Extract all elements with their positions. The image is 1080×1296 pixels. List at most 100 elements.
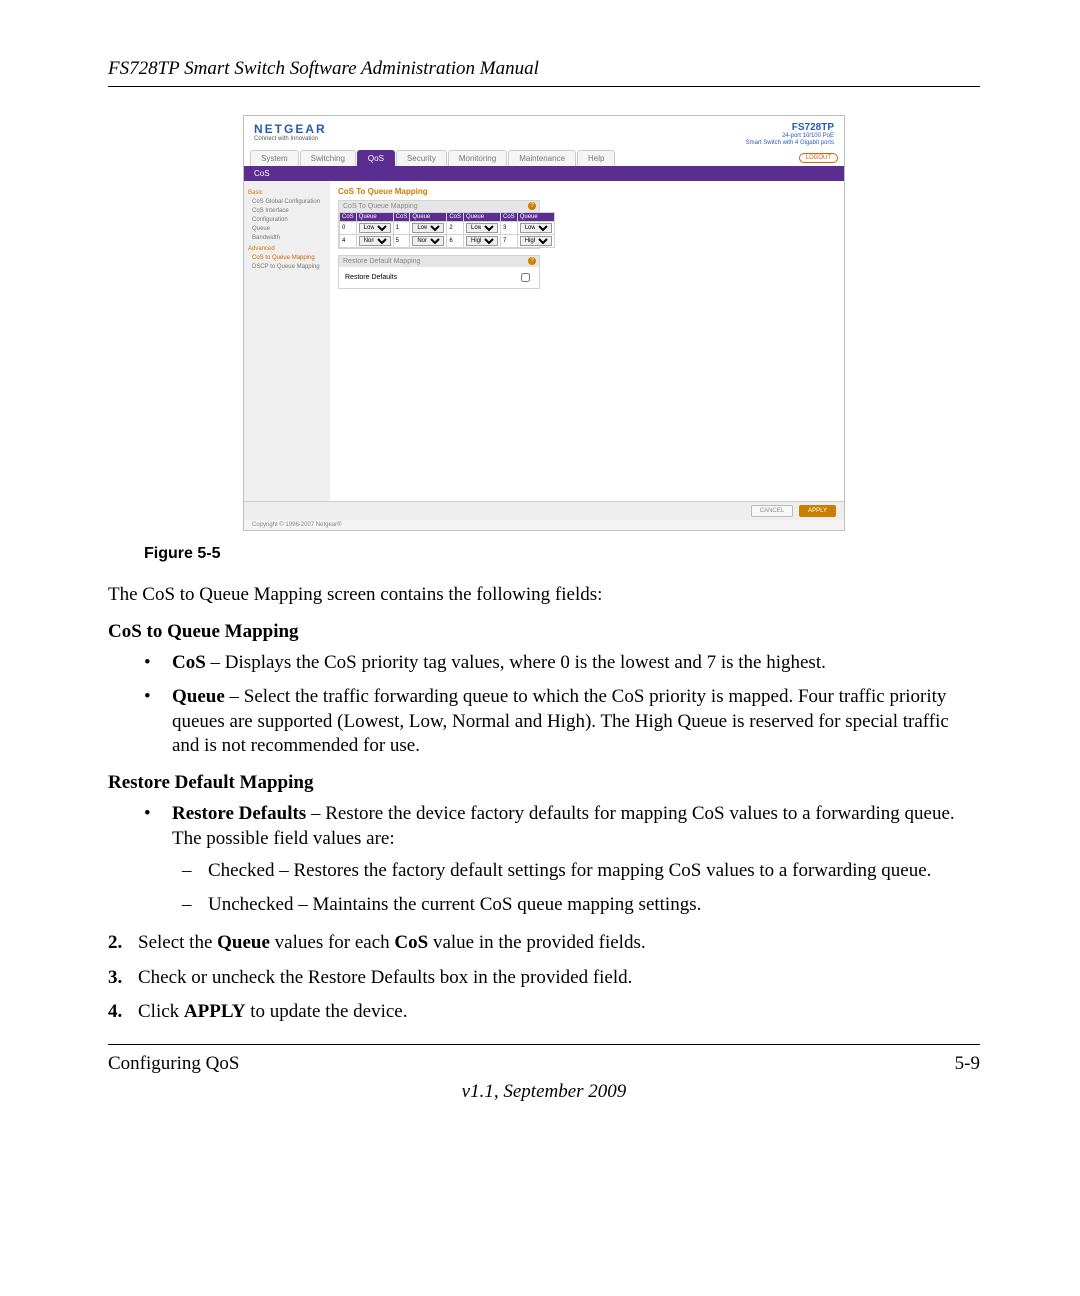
model-line1: 24-port 10/100 PoE xyxy=(746,133,834,140)
th-cos: CoS xyxy=(340,213,357,222)
restore-panel-title: Restore Default Mapping xyxy=(343,258,420,265)
queue-select-3[interactable]: Low xyxy=(520,223,552,233)
step2-pre: Select the xyxy=(138,932,217,953)
screenshot: NETGEAR Connect with Innovation FS728TP … xyxy=(243,115,845,531)
footer-bar: CANCEL APPLY xyxy=(244,501,844,520)
sidebar: Basic CoS Global Configuration CoS Inter… xyxy=(244,181,330,501)
restore-panel: Restore Default Mapping ? Restore Defaul… xyxy=(338,255,540,289)
footer-right: 5-9 xyxy=(955,1053,980,1075)
bullet-list-2: Restore Defaults – Restore the device fa… xyxy=(108,802,980,917)
tab-system[interactable]: System xyxy=(250,150,299,166)
brand-logo: NETGEAR xyxy=(254,122,327,136)
sidebar-group-advanced[interactable]: Advanced xyxy=(248,245,326,254)
bullet-cos: CoS – Displays the CoS priority tag valu… xyxy=(172,651,980,675)
dash-checked: Checked – Restores the factory default s… xyxy=(208,859,980,883)
queue-select-0[interactable]: Low xyxy=(359,223,391,233)
tab-help[interactable]: Help xyxy=(577,150,615,166)
bullet-queue: Queue – Select the traffic forwarding qu… xyxy=(172,685,980,758)
restore-panel-head: Restore Default Mapping ? xyxy=(339,256,539,267)
model-info: FS728TP 24-port 10/100 PoE Smart Switch … xyxy=(746,122,834,146)
cos-value: 6 xyxy=(447,235,464,248)
main-nav: System Switching QoS Security Monitoring… xyxy=(244,150,844,166)
figure-caption: Figure 5-5 xyxy=(144,545,980,563)
bullet-list-1: CoS – Displays the CoS priority tag valu… xyxy=(108,651,980,758)
restore-defaults-label: Restore Defaults xyxy=(345,274,397,281)
th-queue: Queue xyxy=(356,213,393,222)
cos-value: 5 xyxy=(393,235,410,248)
table-row: 4 Normal 5 Normal 6 High 7 High xyxy=(340,235,555,248)
th-queue: Queue xyxy=(410,213,447,222)
sub-nav-cos[interactable]: CoS xyxy=(244,166,844,181)
queue-text: – Select the traffic forwarding queue to… xyxy=(172,686,949,756)
queue-select-4[interactable]: Normal xyxy=(359,236,391,246)
queue-select-2[interactable]: Lowest xyxy=(466,223,498,233)
copyright-text: Copyright © 1996-2007 Netgear® xyxy=(244,520,844,530)
tab-switching[interactable]: Switching xyxy=(300,150,356,166)
step2-mid: values for each xyxy=(270,932,395,953)
cos-mapping-panel-head: CoS To Queue Mapping ? xyxy=(339,201,539,212)
cos-value: 3 xyxy=(501,222,518,235)
th-cos: CoS xyxy=(393,213,410,222)
model-line2: Smart Switch with 4 Gigabit ports xyxy=(746,140,834,147)
restore-label: Restore Defaults xyxy=(172,803,306,824)
step-number: 4. xyxy=(108,1000,122,1024)
cos-value: 0 xyxy=(340,222,357,235)
help-icon[interactable]: ? xyxy=(528,202,536,210)
tab-maintenance[interactable]: Maintenance xyxy=(508,150,576,166)
step2-post: value in the provided fields. xyxy=(428,932,645,953)
intro-paragraph: The CoS to Queue Mapping screen contains… xyxy=(108,583,980,607)
footer-left: Configuring QoS xyxy=(108,1053,239,1075)
sidebar-item-queue[interactable]: Queue xyxy=(248,225,326,234)
page-title: CoS To Queue Mapping xyxy=(338,187,836,196)
section-restore-default: Restore Default Mapping xyxy=(108,772,980,794)
sidebar-item-cos-to-queue[interactable]: CoS to Queue Mapping xyxy=(248,254,326,263)
th-cos: CoS xyxy=(501,213,518,222)
dash-list: Checked – Restores the factory default s… xyxy=(172,859,980,918)
brand-tagline: Connect with Innovation xyxy=(254,136,327,142)
apply-button[interactable]: APPLY xyxy=(799,505,836,517)
queue-select-1[interactable]: Lowest xyxy=(412,223,444,233)
sidebar-item-bandwidth[interactable]: Bandwidth xyxy=(248,234,326,243)
step2-queue: Queue xyxy=(217,932,270,953)
step-number: 2. xyxy=(108,931,122,955)
step4-apply: APPLY xyxy=(184,1001,246,1022)
logout-button[interactable]: LOGOUT xyxy=(799,153,838,163)
cos-mapping-panel: CoS To Queue Mapping ? CoS Queue CoS Que… xyxy=(338,200,540,249)
sidebar-item-dscp-to-queue[interactable]: DSCP to Queue Mapping xyxy=(248,263,326,272)
cos-label: CoS xyxy=(172,652,206,673)
step4-post: to update the device. xyxy=(246,1001,408,1022)
restore-defaults-checkbox[interactable] xyxy=(521,273,530,282)
section-cos-to-queue: CoS to Queue Mapping xyxy=(108,621,980,643)
sidebar-item-cos-interface[interactable]: CoS Interface Configuration xyxy=(248,207,326,225)
table-row: 0 Low 1 Lowest 2 Lowest 3 Low xyxy=(340,222,555,235)
step3-text: Check or uncheck the Restore Defaults bo… xyxy=(138,967,632,988)
cos-text: – Displays the CoS priority tag values, … xyxy=(206,652,826,673)
dash-unchecked: Unchecked – Maintains the current CoS qu… xyxy=(208,893,980,917)
tab-security[interactable]: Security xyxy=(396,150,447,166)
queue-select-7[interactable]: High xyxy=(520,236,552,246)
help-icon[interactable]: ? xyxy=(528,257,536,265)
cos-value: 4 xyxy=(340,235,357,248)
sidebar-item-cos-global[interactable]: CoS Global Configuration xyxy=(248,198,326,207)
step-2: 2. Select the Queue values for each CoS … xyxy=(108,931,980,955)
cos-value: 7 xyxy=(501,235,518,248)
step-list: 2. Select the Queue values for each CoS … xyxy=(108,931,980,1024)
tab-monitoring[interactable]: Monitoring xyxy=(448,150,507,166)
queue-select-6[interactable]: High xyxy=(466,236,498,246)
step2-cos: CoS xyxy=(394,932,428,953)
th-cos: CoS xyxy=(447,213,464,222)
doc-footer: Configuring QoS 5-9 xyxy=(108,1044,980,1075)
tab-qos[interactable]: QoS xyxy=(357,150,395,166)
cancel-button[interactable]: CANCEL xyxy=(751,505,793,517)
doc-version: v1.1, September 2009 xyxy=(108,1081,980,1103)
content-area: CoS To Queue Mapping CoS To Queue Mappin… xyxy=(330,181,844,501)
step-number: 3. xyxy=(108,966,122,990)
cos-value: 2 xyxy=(447,222,464,235)
brand-bar: NETGEAR Connect with Innovation FS728TP … xyxy=(244,116,844,150)
queue-select-5[interactable]: Normal xyxy=(412,236,444,246)
bullet-restore: Restore Defaults – Restore the device fa… xyxy=(172,802,980,917)
th-queue: Queue xyxy=(464,213,501,222)
sidebar-group-basic[interactable]: Basic xyxy=(248,189,326,198)
step-3: 3. Check or uncheck the Restore Defaults… xyxy=(108,966,980,990)
th-queue: Queue xyxy=(517,213,554,222)
